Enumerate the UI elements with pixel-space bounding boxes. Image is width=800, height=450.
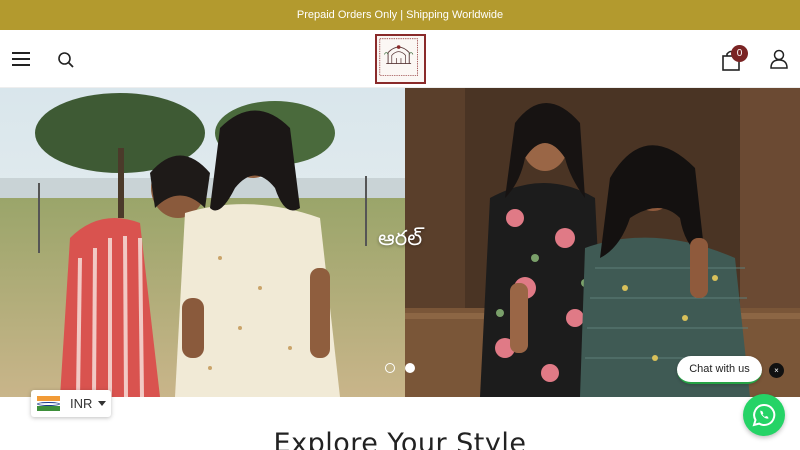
hero-image-left	[0, 88, 405, 397]
currency-selector[interactable]: INR	[31, 390, 111, 417]
hero-image-right	[405, 88, 800, 397]
cart-count-badge: 0	[731, 45, 748, 62]
site-header: 0	[0, 30, 800, 88]
brand-logo[interactable]	[375, 34, 426, 84]
whatsapp-icon	[752, 403, 776, 427]
announcement-text: Prepaid Orders Only | Shipping Worldwide	[296, 9, 504, 21]
india-flag-icon	[37, 396, 60, 411]
user-icon[interactable]	[769, 49, 789, 69]
hero-banner[interactable]: ఆరల్	[0, 88, 800, 397]
chat-with-us-button[interactable]: Chat with us	[677, 356, 762, 384]
search-icon[interactable]	[57, 51, 75, 69]
announcement-bar: Prepaid Orders Only | Shipping Worldwide	[0, 0, 800, 30]
currency-code: INR	[70, 396, 93, 411]
section-title: Explore Your Style	[273, 428, 527, 450]
hero-title: ఆరల్	[378, 226, 423, 250]
slide-dot-2[interactable]	[405, 363, 415, 373]
logo-emblem-icon	[379, 38, 418, 76]
chat-close-button[interactable]: ×	[769, 363, 784, 378]
hamburger-icon[interactable]	[12, 52, 30, 66]
slide-dot-1[interactable]	[385, 363, 395, 373]
caret-down-icon	[98, 401, 107, 406]
